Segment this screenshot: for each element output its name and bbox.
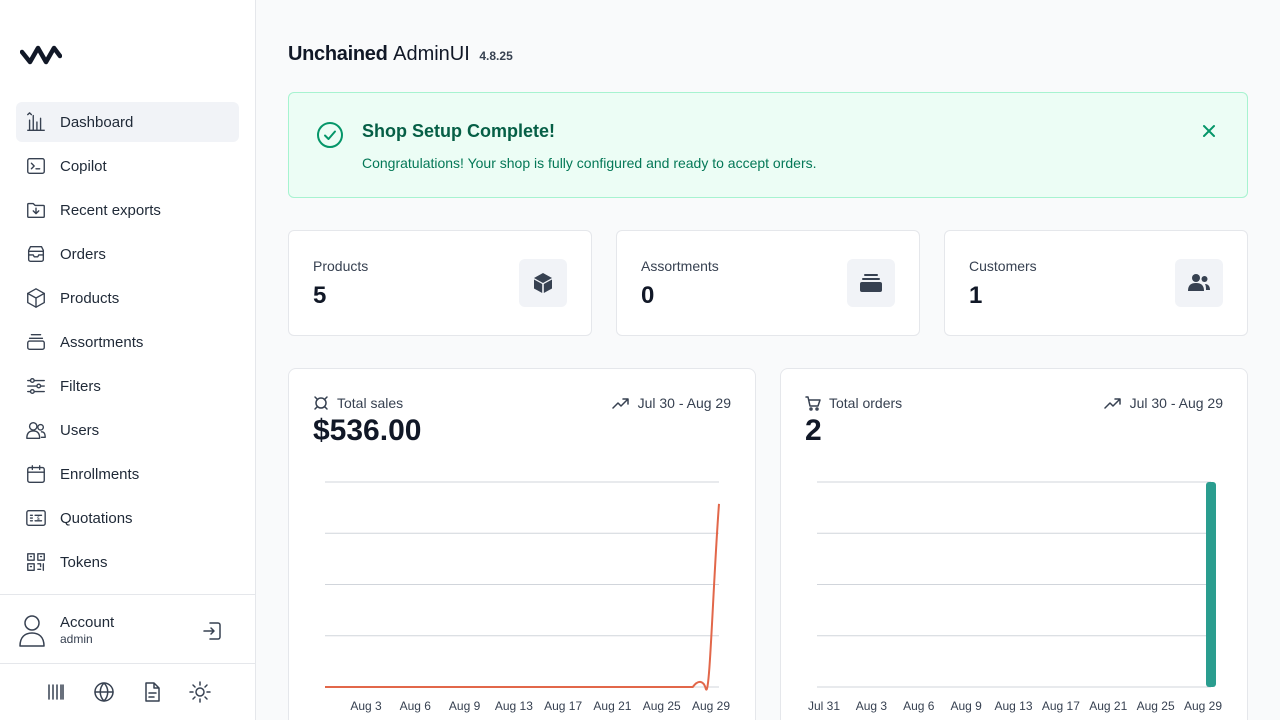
stat-value: 5 (313, 282, 327, 309)
stat-value: 1 (969, 282, 983, 309)
page-title: Unchained AdminUI 4.8.25 (288, 43, 513, 66)
sidebar-item-label: Enrollments (60, 465, 140, 483)
x-tick-label: Aug 3 (350, 699, 382, 713)
sidebar-item-label: Dashboard (60, 113, 134, 131)
total-orders-card: Total orders Jul 30 - Aug 29 2 Jul 31 Aug… (780, 368, 1248, 720)
sliders-icon (24, 374, 48, 398)
sidebar-nav: Dashboard Copilot Recent exports Orders Prod… (16, 102, 239, 586)
sidebar-item-label: Orders (60, 245, 106, 263)
x-tick-label: Aug 25 (1137, 699, 1175, 713)
sidebar-item-tokens[interactable]: Tokens (16, 542, 239, 582)
x-tick-label: Aug 6 (400, 699, 432, 713)
account-role: admin (60, 632, 93, 646)
x-tick-label: Aug 3 (856, 699, 888, 713)
sidebar-item-orders[interactable]: Orders (16, 234, 239, 274)
sidebar-item-label: Tokens (60, 553, 108, 571)
x-tick-label: Aug 21 (1089, 699, 1127, 713)
sun-icon[interactable] (188, 680, 212, 704)
sidebar-item-dashboard[interactable]: Dashboard (16, 102, 239, 142)
globe-icon[interactable] (92, 680, 116, 704)
x-tick-label: Jul 31 (808, 699, 840, 713)
app-version: 4.8.25 (479, 49, 513, 63)
x-tick-label: Aug 9 (449, 699, 481, 713)
sales-line-chart: Aug 3 Aug 6 Aug 9 Aug 13 Aug 17 Aug 21 Aug 25 A… (325, 481, 730, 713)
account-name: Account (60, 614, 115, 631)
stat-value: 0 (641, 282, 655, 309)
users-icon (24, 418, 48, 442)
cube-icon (519, 259, 567, 307)
sidebar-item-copilot[interactable]: Copilot (16, 146, 239, 186)
folder-download-icon (24, 198, 48, 222)
sidebar-item-label: Filters (60, 377, 101, 395)
sidebar-item-label: Assortments (60, 333, 144, 351)
sidebar-item-label: Quotations (60, 509, 133, 527)
sidebar-item-users[interactable]: Users (16, 410, 239, 450)
sidebar-item-products[interactable]: Products (16, 278, 239, 318)
setup-complete-alert: Shop Setup Complete! Congratulations! Yo… (288, 92, 1248, 198)
main-content: Unchained AdminUI 4.8.25 Shop Setup Comp… (256, 0, 1280, 720)
account-section[interactable]: Account admin (0, 594, 255, 664)
stat-card-products[interactable]: Products 5 (288, 230, 592, 336)
stat-label: Customers (969, 258, 1037, 274)
sidebar-item-filters[interactable]: Filters (16, 366, 239, 406)
stat-card-customers[interactable]: Customers 1 (944, 230, 1248, 336)
check-circle-icon (317, 122, 343, 148)
sidebar-item-label: Recent exports (60, 201, 161, 219)
sidebar: Dashboard Copilot Recent exports Orders Prod… (0, 0, 256, 720)
terminal-icon (24, 154, 48, 178)
inbox-stack-icon (24, 242, 48, 266)
unchained-logo-icon[interactable] (20, 40, 62, 72)
sidebar-item-recent-exports[interactable]: Recent exports (16, 190, 239, 230)
sidebar-item-label: Copilot (60, 157, 107, 175)
sidebar-item-label: Users (60, 421, 100, 439)
sidebar-item-enrollments[interactable]: Enrollments (16, 454, 239, 494)
x-tick-label: Aug 6 (903, 699, 935, 713)
x-tick-label: Aug 13 (994, 699, 1032, 713)
brand-name: Unchained (288, 43, 388, 65)
user-icon (19, 615, 45, 647)
alert-title: Shop Setup Complete! (362, 121, 555, 141)
x-tick-label: Aug 17 (1042, 699, 1080, 713)
logout-icon[interactable] (201, 620, 223, 642)
chart-bar-icon (24, 110, 48, 134)
x-tick-label: Aug 17 (544, 699, 582, 713)
orders-bar (1206, 482, 1216, 687)
cube-icon (24, 286, 48, 310)
receipt-icon: $ (24, 506, 48, 530)
app-name: AdminUI (393, 43, 470, 65)
orders-bar-chart: Jul 31 Aug 3 Aug 6 Aug 9 Aug 13 Aug 17 Aug 21 A… (808, 481, 1222, 713)
x-tick-label: Aug 13 (495, 699, 533, 713)
svg-text:$: $ (36, 516, 40, 522)
stack-icon (847, 259, 895, 307)
sidebar-footer-toolbar (0, 678, 255, 706)
x-tick-label: Aug 29 (692, 699, 730, 713)
alert-message: Congratulations! Your shop is fully conf… (362, 155, 817, 171)
qr-code-icon (24, 550, 48, 574)
stat-card-assortments[interactable]: Assortments 0 (616, 230, 920, 336)
stat-label: Assortments (641, 258, 719, 274)
calendar-icon (24, 462, 48, 486)
x-tick-label: Aug 9 (950, 699, 982, 713)
x-tick-label: Aug 21 (593, 699, 631, 713)
x-tick-label: Aug 25 (643, 699, 681, 713)
sidebar-item-quotations[interactable]: $ Quotations (16, 498, 239, 538)
sidebar-item-assortments[interactable]: Assortments (16, 322, 239, 362)
x-tick-label: Aug 29 (1184, 699, 1222, 713)
sales-series-line (325, 503, 720, 691)
document-icon[interactable] (140, 680, 164, 704)
stat-label: Products (313, 258, 369, 274)
stack-icon (24, 330, 48, 354)
barcode-icon[interactable] (44, 680, 68, 704)
close-icon[interactable] (1199, 121, 1219, 141)
total-sales-card: Total sales Jul 30 - Aug 29 $536.00 Aug … (288, 368, 756, 720)
users-icon (1175, 259, 1223, 307)
sidebar-item-label: Products (60, 289, 120, 307)
